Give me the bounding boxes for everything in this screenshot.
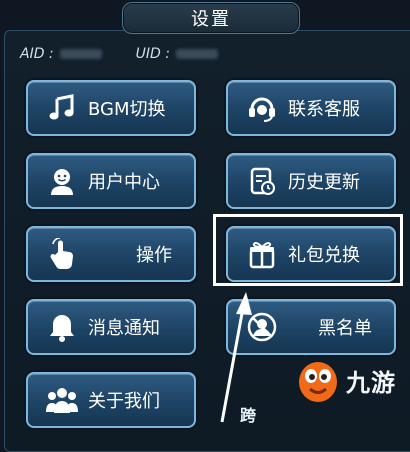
notifications-button[interactable]: 消息通知 bbox=[26, 299, 196, 355]
contact-support-button[interactable]: 联系客服 bbox=[226, 80, 396, 136]
controls-button[interactable]: 操作 bbox=[26, 226, 196, 282]
controls-label: 操作 bbox=[136, 245, 172, 266]
about-us-button[interactable]: 关于我们 bbox=[26, 372, 196, 428]
highlight-box bbox=[213, 214, 403, 286]
blacklist-user-icon bbox=[240, 305, 284, 349]
blacklist-label: 黑名单 bbox=[318, 318, 372, 339]
aid-value-redacted bbox=[59, 49, 102, 59]
user-icon bbox=[40, 159, 84, 203]
user-center-button[interactable]: 用户中心 bbox=[26, 153, 196, 209]
about-us-label: 关于我们 bbox=[88, 391, 160, 412]
headset-icon bbox=[240, 86, 284, 130]
user-center-label: 用户中心 bbox=[88, 172, 160, 193]
watermark-text: 九游 bbox=[346, 368, 396, 397]
update-history-label: 历史更新 bbox=[288, 172, 360, 193]
tap-hand-icon bbox=[40, 232, 84, 276]
update-history-icon bbox=[240, 159, 284, 203]
site-watermark: 九游 bbox=[296, 350, 410, 410]
settings-title-text: 设置 bbox=[191, 9, 231, 30]
uid-value-redacted bbox=[175, 49, 218, 59]
contact-support-label: 联系客服 bbox=[288, 99, 360, 120]
uid-label: UID : bbox=[135, 46, 170, 62]
partial-text: 跨 bbox=[240, 406, 257, 425]
bell-icon bbox=[40, 305, 84, 349]
group-icon bbox=[40, 378, 84, 422]
settings-title: 设置 bbox=[122, 2, 300, 34]
aid-label: AID : bbox=[20, 46, 54, 62]
bgm-toggle-button[interactable]: BGM切换 bbox=[26, 80, 196, 136]
account-ids: AID : UID : bbox=[20, 44, 218, 64]
notifications-label: 消息通知 bbox=[88, 318, 160, 339]
mascot-logo-icon bbox=[299, 362, 337, 402]
update-history-button[interactable]: 历史更新 bbox=[226, 153, 396, 209]
blacklist-button[interactable]: 黑名单 bbox=[226, 299, 396, 355]
music-note-icon bbox=[40, 86, 84, 130]
bgm-toggle-label: BGM切换 bbox=[88, 99, 166, 120]
